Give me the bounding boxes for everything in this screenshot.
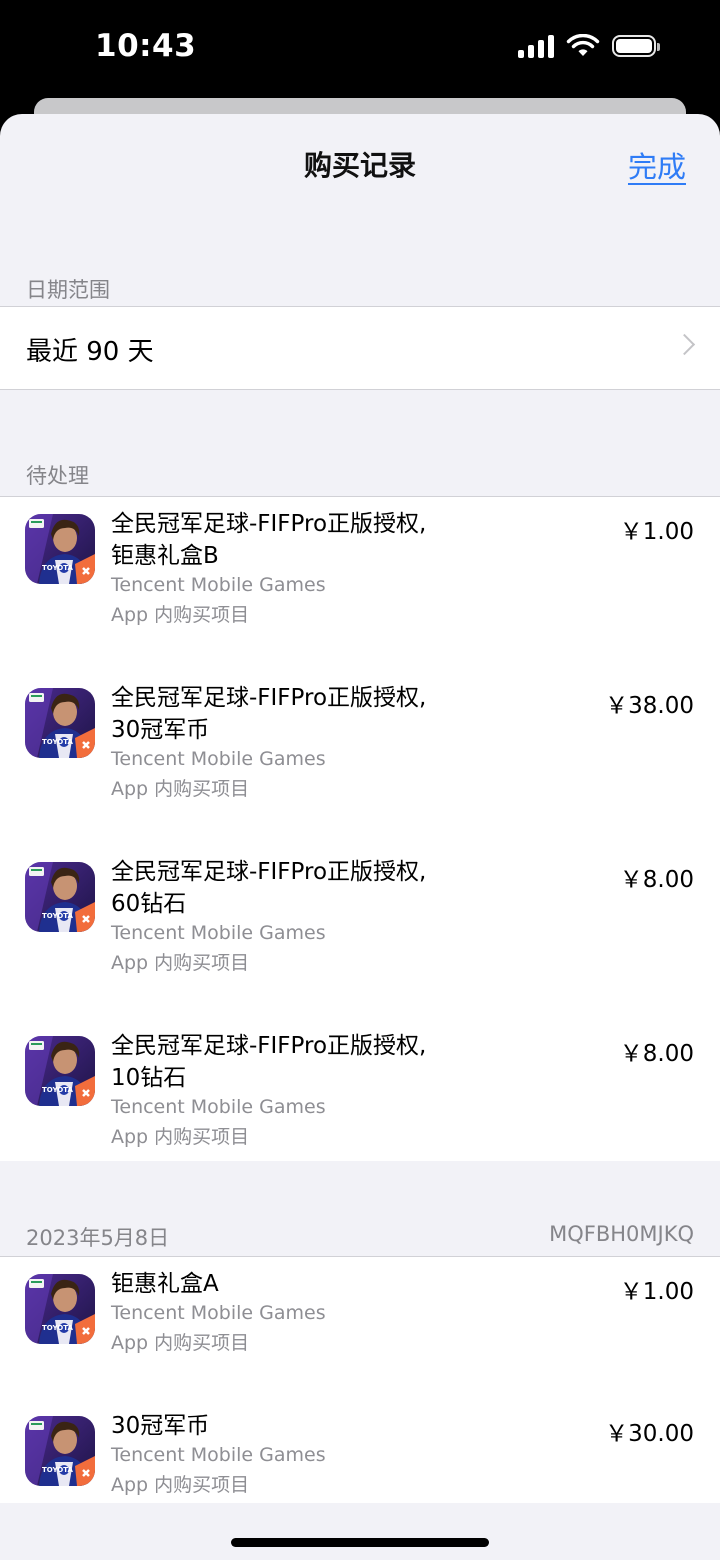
purchase-type: App 内购买项目 bbox=[111, 952, 250, 974]
developer-name: Tencent Mobile Games bbox=[111, 1444, 326, 1466]
pending-group: TOYOTA 全民冠军足球-FIFPro正版授权, 钜惠礼盒B ￥1.00 Tenc… bbox=[0, 496, 720, 1161]
app-icon: TOYOTA bbox=[25, 688, 95, 758]
purchase-type: App 内购买项目 bbox=[111, 604, 250, 626]
svg-text:TOYOTA: TOYOTA bbox=[42, 1466, 73, 1474]
purchase-row[interactable]: TOYOTA 全民冠军足球-FIFPro正版授权, 30冠军币 ￥38.00 Ten… bbox=[0, 671, 720, 845]
developer-name: Tencent Mobile Games bbox=[111, 922, 326, 944]
date-range-header: 日期范围 bbox=[26, 278, 110, 302]
status-time: 10:43 bbox=[95, 28, 197, 64]
app-icon: TOYOTA bbox=[25, 862, 95, 932]
purchase-price: ￥38.00 bbox=[605, 693, 694, 719]
done-button[interactable]: 完成 bbox=[628, 144, 686, 186]
signal-icon bbox=[518, 34, 554, 58]
purchase-history-sheet: 购买记录 完成 日期范围 最近 90 天 待处理 TOYOTA 全民冠军足球-F… bbox=[0, 114, 720, 1560]
purchase-title: 全民冠军足球-FIFPro正版授权, 钜惠礼盒B bbox=[111, 511, 427, 569]
app-icon: TOYOTA bbox=[25, 1274, 95, 1344]
app-icon: TOYOTA bbox=[25, 1416, 95, 1486]
purchase-price: ￥1.00 bbox=[619, 519, 694, 545]
svg-text:TOYOTA: TOYOTA bbox=[42, 1324, 73, 1332]
svg-text:TOYOTA: TOYOTA bbox=[42, 738, 73, 746]
purchase-row[interactable]: TOYOTA 全民冠军足球-FIFPro正版授权, 10钻石 ￥8.00 Tence… bbox=[0, 1019, 720, 1193]
purchase-price: ￥30.00 bbox=[605, 1421, 694, 1447]
purchase-price: ￥8.00 bbox=[619, 1041, 694, 1067]
purchase-type: App 内购买项目 bbox=[111, 1474, 250, 1496]
developer-name: Tencent Mobile Games bbox=[111, 748, 326, 770]
purchase-price: ￥8.00 bbox=[619, 867, 694, 893]
chevron-right-icon bbox=[673, 333, 696, 356]
purchase-type: App 内购买项目 bbox=[111, 1332, 250, 1354]
purchase-title: 30冠军币 bbox=[111, 1413, 210, 1439]
purchase-row[interactable]: TOYOTA 30冠军币 ￥30.00 Tencent Mobile Games Ap… bbox=[0, 1399, 720, 1541]
svg-text:TOYOTA: TOYOTA bbox=[42, 912, 73, 920]
battery-icon bbox=[612, 35, 660, 57]
purchase-title: 全民冠军足球-FIFPro正版授权, 10钻石 bbox=[111, 1033, 427, 1091]
developer-name: Tencent Mobile Games bbox=[111, 574, 326, 596]
svg-text:TOYOTA: TOYOTA bbox=[42, 564, 73, 572]
purchase-date: 2023年5月8日 bbox=[26, 1226, 170, 1250]
pending-header: 待处理 bbox=[26, 464, 89, 488]
home-indicator bbox=[231, 1538, 489, 1547]
purchase-row[interactable]: TOYOTA 钜惠礼盒A ￥1.00 Tencent Mobile Games App… bbox=[0, 1257, 720, 1399]
date-range-row[interactable]: 最近 90 天 bbox=[0, 306, 720, 390]
svg-text:TOYOTA: TOYOTA bbox=[42, 1086, 73, 1094]
status-bar: 10:43 bbox=[0, 0, 720, 100]
developer-name: Tencent Mobile Games bbox=[111, 1096, 326, 1118]
purchase-type: App 内购买项目 bbox=[111, 778, 250, 800]
purchase-row[interactable]: TOYOTA 全民冠军足球-FIFPro正版授权, 60钻石 ￥8.00 Tence… bbox=[0, 845, 720, 1019]
purchase-title: 钜惠礼盒A bbox=[111, 1271, 219, 1297]
order-id[interactable]: MQFBH0MJKQ bbox=[549, 1222, 694, 1246]
dated-group: TOYOTA 钜惠礼盒A ￥1.00 Tencent Mobile Games App… bbox=[0, 1256, 720, 1503]
purchase-price: ￥1.00 bbox=[619, 1279, 694, 1305]
purchase-title: 全民冠军足球-FIFPro正版授权, 30冠军币 bbox=[111, 685, 427, 743]
app-icon: TOYOTA bbox=[25, 514, 95, 584]
wifi-icon bbox=[566, 34, 600, 56]
purchase-type: App 内购买项目 bbox=[111, 1126, 250, 1148]
developer-name: Tencent Mobile Games bbox=[111, 1302, 326, 1324]
page-title: 购买记录 bbox=[303, 149, 416, 182]
app-icon: TOYOTA bbox=[25, 1036, 95, 1106]
date-range-value: 最近 90 天 bbox=[26, 337, 154, 367]
purchase-row[interactable]: TOYOTA 全民冠军足球-FIFPro正版授权, 钜惠礼盒B ￥1.00 Tenc… bbox=[0, 497, 720, 671]
status-icons bbox=[518, 34, 660, 58]
purchase-title: 全民冠军足球-FIFPro正版授权, 60钻石 bbox=[111, 859, 427, 917]
